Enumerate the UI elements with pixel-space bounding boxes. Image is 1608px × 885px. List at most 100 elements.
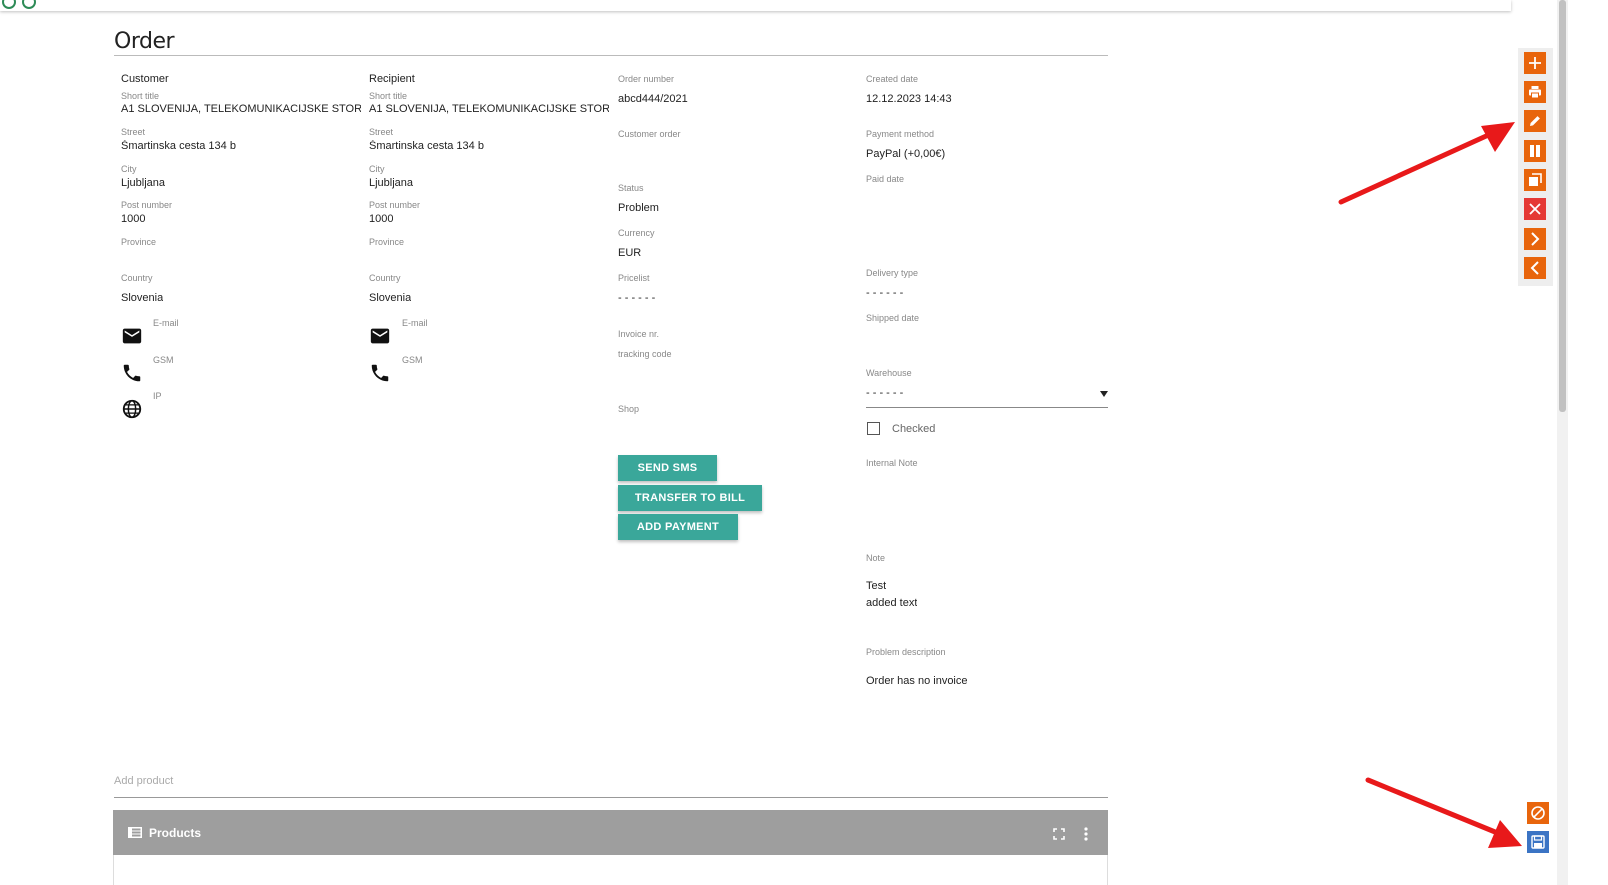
currency-value[interactable]: EUR (618, 247, 641, 259)
page-title: Order (114, 29, 175, 54)
internal-note-label: Internal Note (866, 458, 918, 468)
print-button[interactable] (1524, 81, 1546, 103)
close-icon (1529, 203, 1541, 215)
warehouse-label: Warehouse (866, 368, 912, 378)
customer-country[interactable]: Slovenia (121, 292, 163, 304)
customer-post-label: Post number (121, 200, 173, 210)
checked-checkbox[interactable] (867, 422, 880, 435)
products-panel-title: Products (149, 826, 202, 840)
more-vert-icon[interactable] (1083, 827, 1089, 841)
add-icon (1529, 57, 1541, 69)
add-payment-button[interactable]: ADD PAYMENT (618, 514, 738, 540)
recipient-country[interactable]: Slovenia (369, 292, 411, 304)
warehouse-select[interactable]: - - - - - - (866, 387, 903, 399)
recipient-post[interactable]: 1000 (369, 213, 393, 225)
problem-description-label: Problem description (866, 647, 946, 657)
phone-icon[interactable] (121, 362, 143, 384)
payment-method-label: Payment method (866, 129, 935, 139)
table-icon (128, 827, 142, 838)
copy-button[interactable] (1524, 169, 1546, 191)
annotation-arrow-save (1365, 777, 1522, 848)
order-number[interactable]: abcd444/2021 (618, 93, 688, 105)
customer-short-title[interactable]: A1 SLOVENIJA, TELEKOMUNIKACIJSKE STORITV… (121, 103, 361, 115)
pricelist-value[interactable]: - - - - - - (618, 292, 655, 304)
shipped-date-label: Shipped date (866, 313, 920, 323)
action-toolbar (1518, 48, 1553, 286)
customer-country-label: Country (121, 273, 153, 283)
title-divider (114, 55, 1108, 56)
globe-icon[interactable] (121, 398, 143, 420)
phone-icon[interactable] (369, 362, 391, 384)
customer-street-label: Street (121, 127, 146, 137)
recipient-short-title[interactable]: A1 SLOVENIJA, TELEKOMUNIKACIJSKE STORITV… (369, 103, 609, 115)
recipient-street[interactable]: Šmartinska cesta 134 b (369, 140, 484, 152)
warehouse-select-underline (866, 407, 1108, 408)
app-logo-icon (2, 0, 16, 9)
send-sms-button[interactable]: SEND SMS (618, 455, 717, 481)
shop-label: Shop (618, 404, 640, 414)
chevron-down-icon[interactable] (1100, 391, 1108, 397)
customer-post[interactable]: 1000 (121, 213, 145, 225)
paid-date-label: Paid date (866, 174, 905, 184)
created-date: 12.12.2023 14:43 (866, 93, 952, 105)
pause-button[interactable] (1524, 140, 1546, 162)
email-icon[interactable] (369, 325, 391, 347)
delete-button[interactable] (1524, 198, 1546, 220)
save-button[interactable] (1527, 831, 1549, 853)
email-icon[interactable] (121, 325, 143, 347)
status-label: Status (618, 183, 644, 193)
recipient-city-label: City (369, 164, 385, 174)
tracking-code-label: tracking code (618, 349, 672, 359)
app-logo-icon (22, 0, 36, 9)
edit-icon (1530, 116, 1540, 126)
fullscreen-icon[interactable] (1053, 828, 1065, 840)
checked-label[interactable]: Checked (892, 423, 935, 435)
recipient-email-label: E-mail (402, 318, 428, 328)
customer-email-label: E-mail (153, 318, 179, 328)
note-line-1[interactable]: Test (866, 580, 886, 592)
created-date-label: Created date (866, 74, 919, 84)
copy-icon (1529, 173, 1542, 186)
pause-icon (1530, 145, 1540, 157)
edit-button[interactable] (1524, 110, 1546, 132)
save-icon (1531, 835, 1545, 849)
pricelist-label: Pricelist (618, 273, 650, 283)
customer-gsm-label: GSM (153, 355, 174, 365)
chevron-left-icon (1530, 261, 1539, 275)
cancel-icon (1531, 806, 1545, 820)
status-value[interactable]: Problem (618, 202, 659, 214)
previous-button[interactable] (1524, 257, 1546, 279)
customer-ip-label: IP (153, 391, 162, 401)
currency-label: Currency (618, 228, 655, 238)
recipient-street-label: Street (369, 127, 394, 137)
note-line-2[interactable]: added text (866, 597, 917, 609)
payment-method[interactable]: PayPal (+0,00€) (866, 148, 945, 160)
scrollbar-thumb[interactable] (1559, 0, 1566, 412)
products-panel-header: Products (113, 810, 1108, 855)
next-button[interactable] (1524, 228, 1546, 250)
add-product-input[interactable]: Add product (114, 775, 173, 787)
invoice-label: Invoice nr. (618, 329, 660, 339)
add-product-underline (114, 797, 1108, 798)
customer-heading: Customer (121, 73, 169, 85)
cancel-button[interactable] (1527, 802, 1549, 824)
delivery-type[interactable]: - - - - - - (866, 287, 903, 299)
products-panel-body (113, 855, 1108, 885)
print-icon (1529, 86, 1541, 99)
recipient-province-label: Province (369, 237, 405, 247)
delivery-type-label: Delivery type (866, 268, 919, 278)
recipient-short-title-label: Short title (369, 91, 408, 101)
recipient-gsm-label: GSM (402, 355, 423, 365)
add-button[interactable] (1524, 52, 1546, 74)
annotation-arrow-edit (1338, 122, 1515, 205)
customer-city[interactable]: Ljubljana (121, 177, 165, 189)
recipient-city[interactable]: Ljubljana (369, 177, 413, 189)
customer-city-label: City (121, 164, 137, 174)
note-label: Note (866, 553, 886, 563)
problem-description[interactable]: Order has no invoice (866, 675, 968, 687)
recipient-heading: Recipient (369, 73, 415, 85)
transfer-to-bill-button[interactable]: TRANSFER TO BILL (618, 485, 762, 511)
customer-street[interactable]: Šmartinska cesta 134 b (121, 140, 236, 152)
top-app-bar (0, 0, 1511, 11)
order-number-label: Order number (618, 74, 675, 84)
